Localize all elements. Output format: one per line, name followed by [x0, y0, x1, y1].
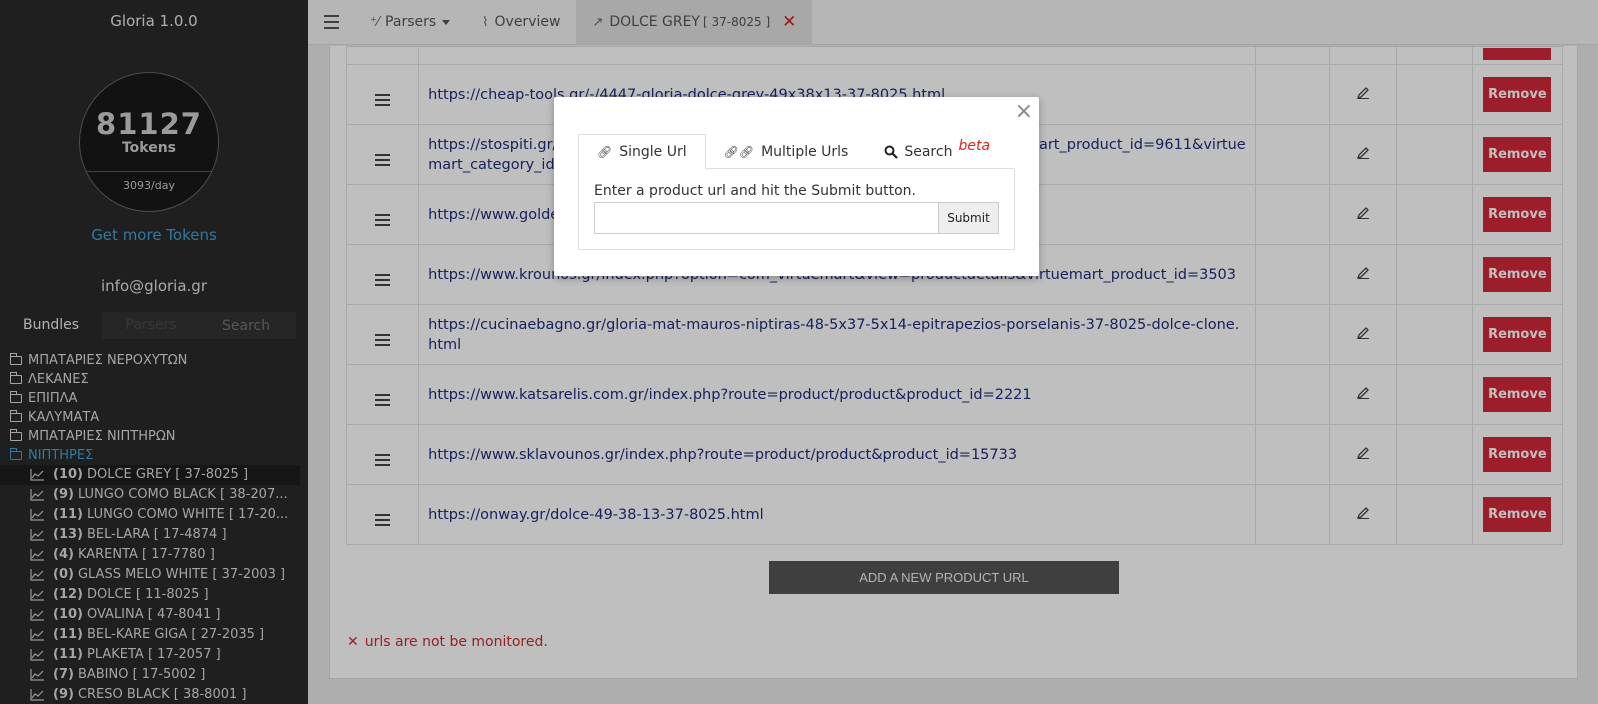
links-icon: 🔗︎🔗︎ [723, 144, 755, 159]
submit-button[interactable]: Submit [939, 202, 999, 234]
link-icon: 🔗︎ [597, 145, 613, 159]
tab-label: Search [904, 143, 953, 160]
add-url-modal: × 🔗︎ Single Url 🔗︎🔗︎ Multiple Urls Searc… [554, 97, 1039, 276]
tab-search[interactable]: Search beta [866, 134, 1008, 169]
single-url-panel: Enter a product url and hit the Submit b… [578, 168, 1015, 250]
tab-label: Single Url [619, 144, 687, 160]
tab-label: Multiple Urls [761, 143, 849, 160]
close-modal-icon[interactable]: × [1015, 99, 1033, 124]
search-icon [884, 145, 899, 159]
modal-tabs: 🔗︎ Single Url 🔗︎🔗︎ Multiple Urls Search … [578, 134, 1015, 170]
tab-single-url[interactable]: 🔗︎ Single Url [578, 134, 706, 170]
beta-badge: beta [958, 137, 991, 154]
product-url-input[interactable] [594, 202, 939, 234]
modal-hint: Enter a product url and hit the Submit b… [594, 183, 916, 199]
tab-multiple-urls[interactable]: 🔗︎🔗︎ Multiple Urls [706, 134, 867, 169]
